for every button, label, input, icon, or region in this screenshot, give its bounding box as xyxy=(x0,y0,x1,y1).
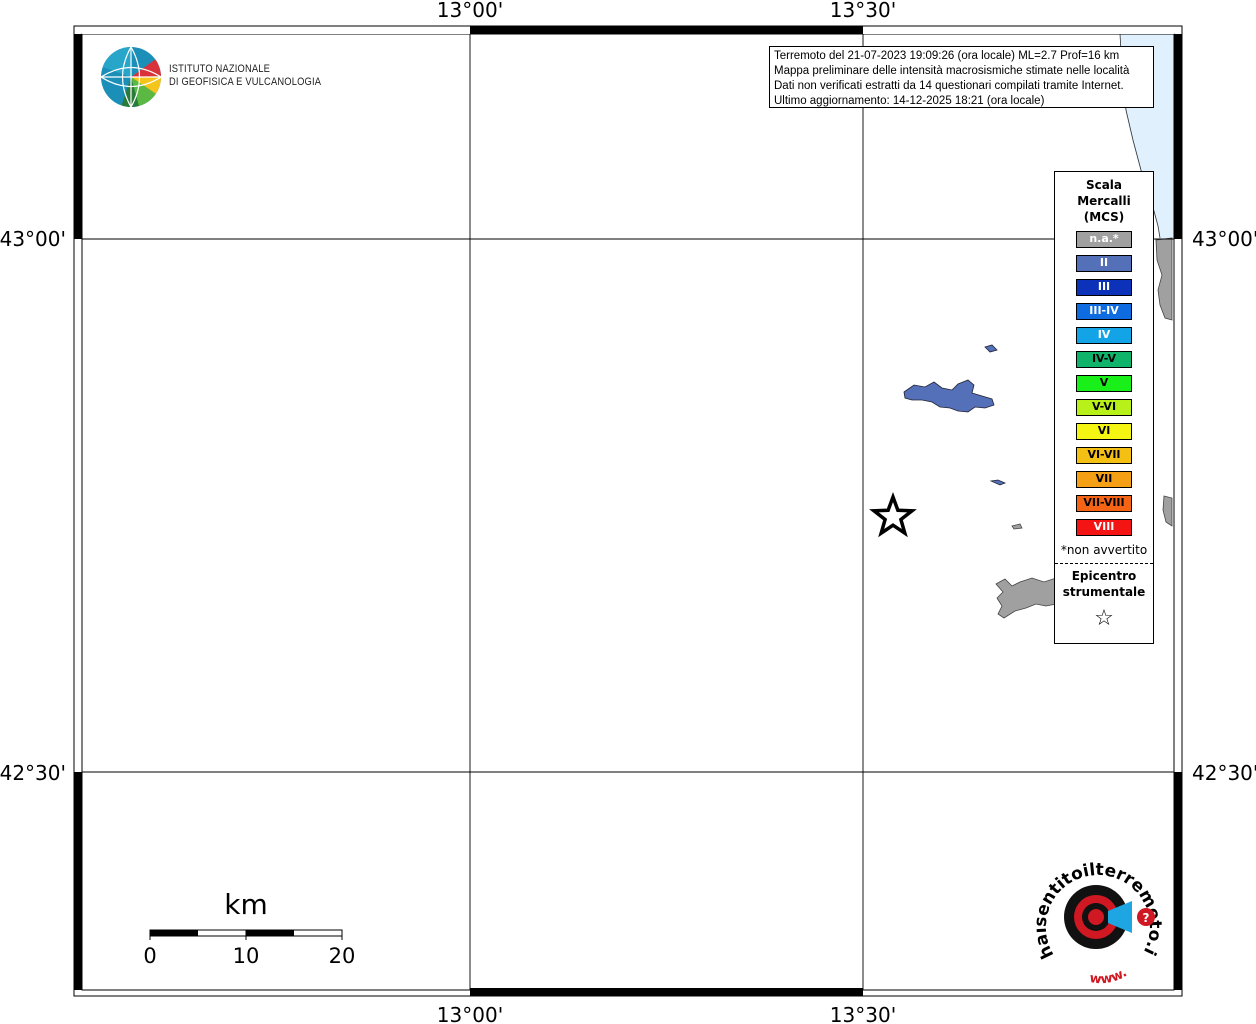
scale-label-20: 20 xyxy=(329,944,356,968)
haisentito-www-text: www. xyxy=(1089,965,1130,985)
ingv-globe-icon xyxy=(101,47,161,107)
lon-tick-bottom-1330: 13°30' xyxy=(830,1003,896,1024)
legend-epicentre-line1: Epicentro xyxy=(1071,569,1137,583)
svg-text:?: ? xyxy=(1143,911,1150,925)
legend-title: Scala Mercalli (MCS) xyxy=(1055,177,1153,225)
scale-label-10: 10 xyxy=(233,944,260,968)
lat-tick-right-4300: 43°00' xyxy=(1192,227,1256,251)
area-intensity-II-north xyxy=(984,344,998,353)
legend-title-line3: (MCS) xyxy=(1083,210,1125,224)
area-intensity-II-east xyxy=(989,479,1007,486)
scale-bar: km 0 10 20 xyxy=(143,888,355,968)
legend-class-10: VII xyxy=(1076,471,1132,488)
legend-title-line1: Scala xyxy=(1085,178,1123,192)
area-na-coast-mid xyxy=(1162,495,1173,527)
event-info-line3: Dati non verificati estratti da 14 quest… xyxy=(774,80,1124,92)
event-info-line2: Mappa preliminare delle intensità macros… xyxy=(774,65,1130,77)
lat-tick-left-4230: 42°30' xyxy=(0,761,66,785)
lon-tick-top-1330: 13°30' xyxy=(830,0,896,22)
legend-na-note: *non avvertito xyxy=(1060,543,1148,557)
star-outline-icon xyxy=(869,491,917,538)
graticule xyxy=(82,34,1174,990)
legend-class-1: II xyxy=(1076,255,1132,272)
area-na-small xyxy=(1011,523,1023,530)
scale-label-0: 0 xyxy=(143,944,156,968)
legend-swatches: n.a.* II III III-IV IV IV-V V V-VI VI VI-VII VII VI… xyxy=(1055,231,1153,536)
ingv-name-line2: DI GEOFISICA E VULCANOLOGIA xyxy=(169,76,322,88)
legend-class-6: V xyxy=(1076,375,1132,392)
legend-class-3: III-IV xyxy=(1076,303,1132,320)
haisentito-logo: haisentitoilterremoto.it www. ? xyxy=(1036,855,1165,985)
event-info-line4: Ultimo aggiornamento: 14-12-2025 18:21 (… xyxy=(774,95,1045,107)
legend-class-5: IV-V xyxy=(1076,351,1132,368)
legend-class-11: VII-VIII xyxy=(1076,495,1132,512)
area-intensity-II-main xyxy=(903,379,995,413)
lat-tick-left-4300: 43°00' xyxy=(0,227,66,251)
event-info-box: Terremoto del 21-07-2023 19:09:26 (ora l… xyxy=(769,46,1154,108)
ingv-name-line1: ISTITUTO NAZIONALE xyxy=(169,63,271,75)
legend-class-4: IV xyxy=(1076,327,1132,344)
legend-class-2: III xyxy=(1076,279,1132,296)
lon-tick-top-1300: 13°00' xyxy=(437,0,503,22)
event-info-line1: Terremoto del 21-07-2023 19:09:26 (ora l… xyxy=(774,50,1120,62)
area-na-coast-north xyxy=(1155,237,1173,321)
legend-class-9: VI-VII xyxy=(1076,447,1132,464)
legend-epicentre-title: Epicentro strumentale xyxy=(1055,568,1153,600)
legend-class-7: V-VI xyxy=(1076,399,1132,416)
legend-class-12: VIII xyxy=(1076,519,1132,536)
lat-tick-right-4230: 42°30' xyxy=(1192,761,1256,785)
legend-star-icon: ☆ xyxy=(1094,606,1114,631)
legend-divider xyxy=(1055,563,1153,564)
ingv-name: ISTITUTO NAZIONALE DI GEOFISICA E VULCAN… xyxy=(169,63,321,89)
mcs-legend: Scala Mercalli (MCS) n.a.* II III III-IV IV I… xyxy=(1054,171,1154,644)
legend-title-line2: Mercalli xyxy=(1077,194,1131,208)
area-na-south xyxy=(995,577,1057,619)
lon-tick-bottom-1300: 13°00' xyxy=(437,1003,503,1024)
map-frame xyxy=(73,25,1183,997)
legend-class-0: n.a.* xyxy=(1076,231,1132,248)
scale-unit: km xyxy=(224,888,268,921)
legend-class-8: VI xyxy=(1076,423,1132,440)
legend-epicentre-line2: strumentale xyxy=(1062,585,1146,599)
